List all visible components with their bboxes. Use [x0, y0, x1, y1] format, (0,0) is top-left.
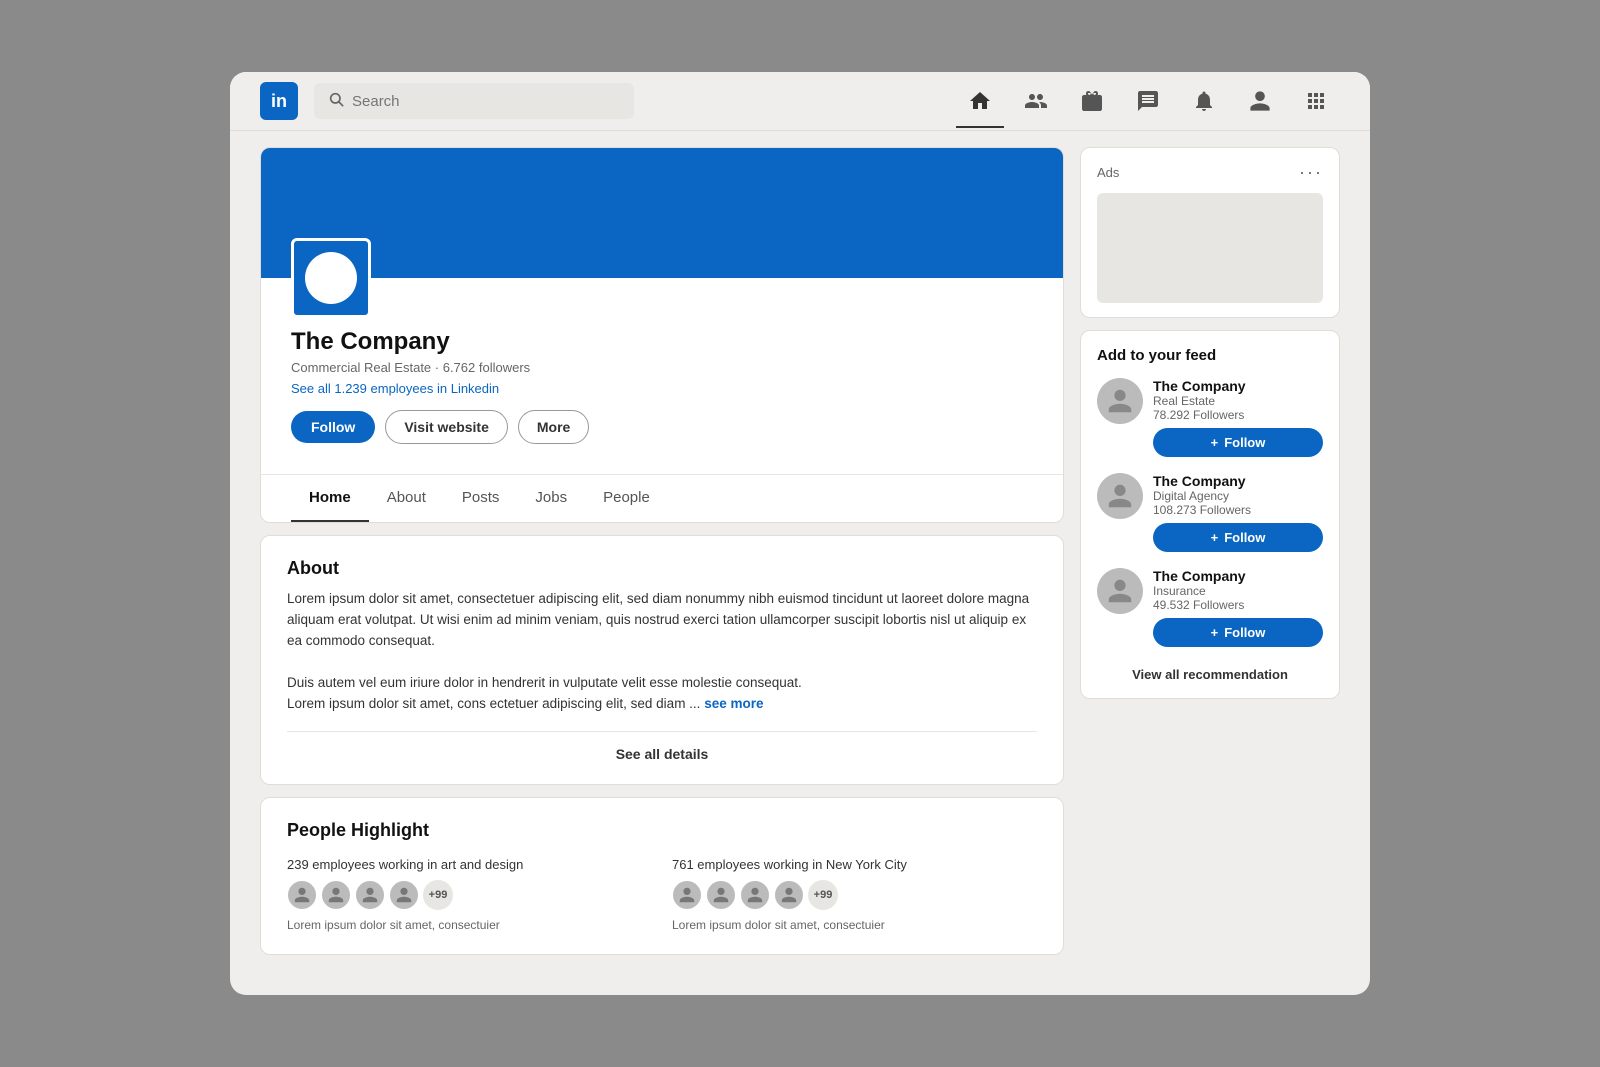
feed-name-2: The Company [1153, 473, 1323, 489]
search-bar[interactable] [314, 83, 634, 119]
avatar-count-1: +99 [423, 880, 453, 910]
more-button[interactable]: More [518, 410, 589, 444]
people-desc-1: Lorem ipsum dolor sit amet, consectuier [287, 918, 652, 932]
avatar-8 [774, 880, 804, 910]
feed-card: Add to your feed The Company Real Estate… [1080, 330, 1340, 699]
profile-meta: Commercial Real Estate · 6.762 followers [291, 360, 1033, 375]
profile-actions: Follow Visit website More [291, 410, 1033, 444]
feed-avatar-3 [1097, 568, 1143, 614]
ads-label: Ads [1097, 165, 1119, 180]
ads-more-button[interactable]: ··· [1299, 162, 1323, 183]
avatar-count-2: +99 [808, 880, 838, 910]
feed-info-1: The Company Real Estate 78.292 Followers… [1153, 378, 1323, 457]
about-card: About Lorem ipsum dolor sit amet, consec… [260, 535, 1064, 785]
nav-icons [956, 85, 1340, 117]
people-group-1-title: 239 employees working in art and design [287, 857, 652, 872]
ads-header: Ads ··· [1097, 162, 1323, 183]
linkedin-logo[interactable]: in [260, 82, 298, 120]
tab-jobs[interactable]: Jobs [517, 475, 585, 522]
feed-avatar-2 [1097, 473, 1143, 519]
about-title: About [287, 558, 1037, 579]
feed-sub-3: Insurance [1153, 584, 1323, 598]
people-group-2-title: 761 employees working in New York City [672, 857, 1037, 872]
people-highlight-card: People Highlight 239 employees working i… [260, 797, 1064, 955]
company-name: The Company [291, 328, 1033, 356]
tab-posts[interactable]: Posts [444, 475, 518, 522]
nav-work[interactable] [1292, 85, 1340, 117]
tab-about[interactable]: About [369, 475, 444, 522]
tab-home[interactable]: Home [291, 475, 369, 522]
feed-info-2: The Company Digital Agency 108.273 Follo… [1153, 473, 1323, 552]
nav-me[interactable] [1236, 85, 1284, 117]
feed-followers-1: 78.292 Followers [1153, 408, 1323, 422]
nav-notifications[interactable] [1180, 85, 1228, 117]
feed-follow-button-3[interactable]: + Follow [1153, 618, 1323, 647]
tab-people[interactable]: People [585, 475, 668, 522]
avatar-7 [740, 880, 770, 910]
see-all-details-link[interactable]: See all details [287, 731, 1037, 762]
feed-followers-2: 108.273 Followers [1153, 503, 1323, 517]
avatar-3 [355, 880, 385, 910]
main-content: The Company Commercial Real Estate · 6.7… [230, 131, 1370, 955]
plus-icon-2: + [1211, 530, 1219, 545]
follow-button[interactable]: Follow [291, 411, 375, 443]
ads-card: Ads ··· [1080, 147, 1340, 318]
feed-title: Add to your feed [1097, 347, 1323, 364]
right-column: Ads ··· Add to your feed The Company Rea… [1080, 147, 1340, 955]
search-icon [328, 91, 344, 111]
people-group-2: 761 employees working in New York City [672, 857, 1037, 932]
profile-banner [261, 148, 1063, 278]
about-text: Lorem ipsum dolor sit amet, consectetuer… [287, 589, 1037, 715]
feed-follow-button-2[interactable]: + Follow [1153, 523, 1323, 552]
avatar-4 [389, 880, 419, 910]
company-logo [291, 238, 371, 318]
view-all-link[interactable]: View all recommendation [1097, 663, 1323, 682]
avatar-row-2: +99 [672, 880, 1037, 910]
avatar-row-1: +99 [287, 880, 652, 910]
feed-follow-button-1[interactable]: + Follow [1153, 428, 1323, 457]
feed-item-2: The Company Digital Agency 108.273 Follo… [1097, 473, 1323, 552]
plus-icon-1: + [1211, 435, 1219, 450]
employees-link[interactable]: See all 1.239 employees in Linkedin [291, 381, 1033, 396]
feed-name-1: The Company [1153, 378, 1323, 394]
people-desc-2: Lorem ipsum dolor sit amet, consectuier [672, 918, 1037, 932]
feed-info-3: The Company Insurance 49.532 Followers +… [1153, 568, 1323, 647]
feed-sub-1: Real Estate [1153, 394, 1323, 408]
tabs: Home About Posts Jobs People [261, 474, 1063, 522]
feed-item-1: The Company Real Estate 78.292 Followers… [1097, 378, 1323, 457]
feed-sub-2: Digital Agency [1153, 489, 1323, 503]
feed-avatar-1 [1097, 378, 1143, 424]
nav-network[interactable] [1012, 85, 1060, 117]
feed-name-3: The Company [1153, 568, 1323, 584]
left-column: The Company Commercial Real Estate · 6.7… [260, 147, 1064, 955]
profile-info: The Company Commercial Real Estate · 6.7… [261, 278, 1063, 464]
nav-home[interactable] [956, 85, 1004, 117]
people-grid: 239 employees working in art and design [287, 857, 1037, 932]
feed-followers-3: 49.532 Followers [1153, 598, 1323, 612]
visit-website-button[interactable]: Visit website [385, 410, 508, 444]
avatar-6 [706, 880, 736, 910]
logo-circle [305, 252, 357, 304]
avatar-5 [672, 880, 702, 910]
plus-icon-3: + [1211, 625, 1219, 640]
search-input[interactable] [352, 93, 620, 110]
avatar-1 [287, 880, 317, 910]
navbar: in [230, 72, 1370, 131]
nav-messaging[interactable] [1124, 85, 1172, 117]
people-group-1: 239 employees working in art and design [287, 857, 652, 932]
see-more-link[interactable]: see more [704, 696, 763, 711]
nav-jobs[interactable] [1068, 85, 1116, 117]
profile-card: The Company Commercial Real Estate · 6.7… [260, 147, 1064, 523]
ads-image [1097, 193, 1323, 303]
avatar-2 [321, 880, 351, 910]
people-highlight-title: People Highlight [287, 820, 1037, 841]
feed-item-3: The Company Insurance 49.532 Followers +… [1097, 568, 1323, 647]
